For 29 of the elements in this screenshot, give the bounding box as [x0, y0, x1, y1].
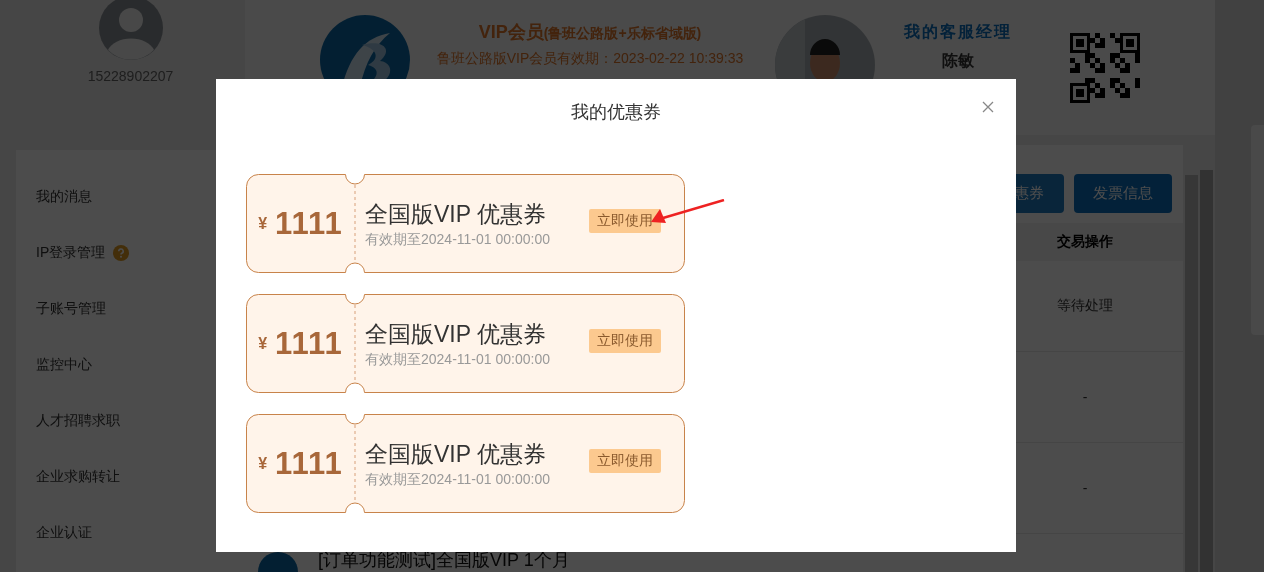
coupon-amount: 1111 — [275, 445, 343, 482]
membership-title: VIP会员 — [478, 21, 544, 44]
coupon-validity: 有效期至2024-11-01 00:00:00 — [365, 350, 551, 369]
menu-item[interactable]: 监控中心 — [36, 356, 92, 374]
coupon-name: 全国版VIP 优惠券 — [365, 439, 548, 469]
coupon-name: 全国版VIP 优惠券 — [365, 319, 548, 349]
order-title: [订单功能测试]全国版VIP 1个月 — [318, 549, 570, 572]
manager-name: 陈敏 — [941, 51, 974, 71]
currency-sign: ¥ — [258, 334, 268, 353]
coupon-validity: 有效期至2024-11-01 00:00:00 — [365, 230, 551, 249]
manager-heading: 我的客服经理 — [903, 22, 1012, 42]
menu-item[interactable]: 我的消息 — [36, 188, 92, 206]
currency-sign: ¥ — [258, 214, 268, 233]
table-cell-text: - — [1081, 480, 1089, 496]
coupon-name: 全国版VIP 优惠券 — [365, 199, 548, 229]
coupon-amount: 1111 — [275, 205, 343, 242]
coupon-validity: 有效期至2024-11-01 00:00:00 — [365, 470, 551, 489]
close-button[interactable] — [982, 101, 994, 113]
coupon-amount: 1111 — [275, 325, 343, 362]
use-now-button[interactable]: 立即使用 — [589, 448, 661, 473]
currency-sign: ¥ — [258, 454, 268, 473]
membership-validity: 鲁班公路版VIP会员有效期：2023-02-22 10:39:33 — [436, 50, 744, 68]
menu-item[interactable]: 企业求购转让 — [36, 468, 120, 486]
table-cell-text: - — [1081, 389, 1089, 405]
menu-item[interactable]: 企业认证 — [36, 524, 92, 542]
use-now-button[interactable]: 立即使用 — [589, 328, 661, 353]
column-header: 交易操作 — [1056, 233, 1114, 251]
membership-edition: (鲁班公路版+乐标省域版) — [543, 25, 702, 43]
dialog-title: 我的优惠券 — [571, 101, 661, 124]
